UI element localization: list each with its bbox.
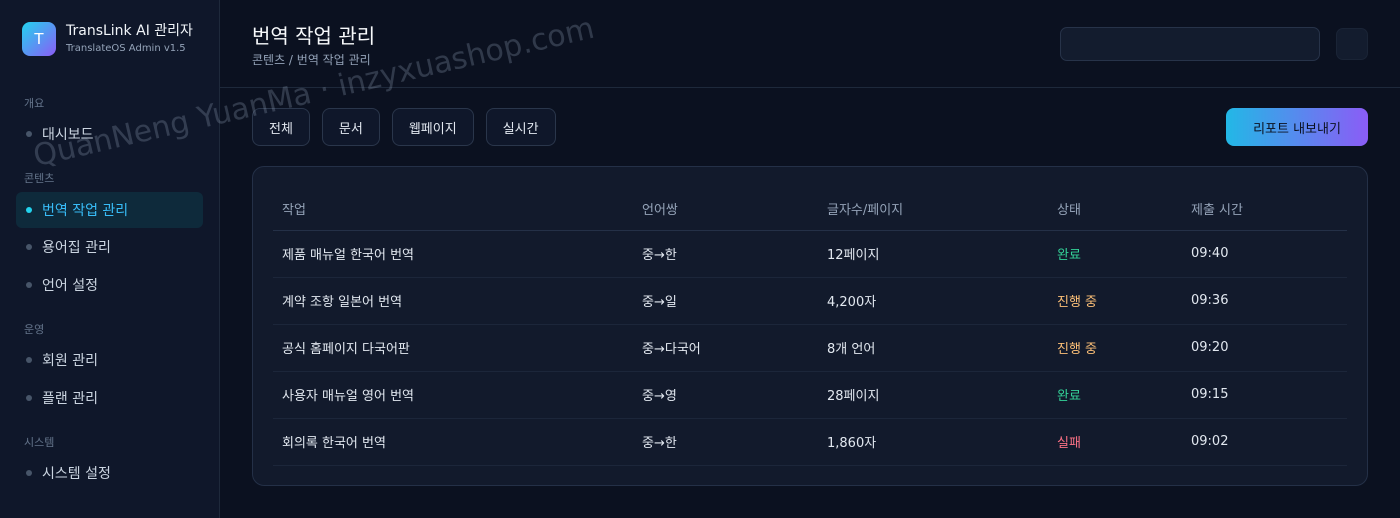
table-row[interactable]: 공식 홈페이지 다국어판 중→다국어 8개 언어 진행 중 09:20 [273,324,1347,372]
table-row[interactable]: 사용자 매뉴얼 영어 번역 중→영 28페이지 완료 09:15 [273,371,1347,419]
column-header-task: 작업 [273,187,633,231]
sidebar-item-members[interactable]: 회원 관리 [16,342,203,378]
cell-size: 4,200자 [818,277,1048,325]
column-header-size: 글자수/페이지 [818,187,1048,231]
sidebar-item-label: 플랜 관리 [42,391,98,407]
sidebar-item-label: 시스템 설정 [42,466,111,482]
jobs-table: 작업 언어쌍 글자수/페이지 상태 제출 시간 제품 매뉴얼 한국어 번역 중→한… [273,187,1347,466]
cell-task: 공식 홈페이지 다국어판 [273,324,633,372]
filter-all[interactable]: 전체 [252,108,310,146]
bullet-icon [26,357,32,363]
cell-task: 제품 매뉴얼 한국어 번역 [273,230,633,278]
brand-logo: T [22,22,56,56]
sidebar-item-glossary[interactable]: 용어집 관리 [16,229,203,265]
cell-status: 진행 중 [1048,277,1182,325]
bullet-icon [26,131,32,137]
filter-webpages[interactable]: 웹페이지 [391,108,474,146]
bullet-icon [26,207,32,213]
cell-status: 진행 중 [1048,324,1182,372]
sidebar-item-label: 번역 작업 관리 [42,203,129,219]
column-header-status: 상태 [1048,187,1182,231]
cell-status: 완료 [1048,230,1182,278]
bullet-icon [26,395,32,401]
breadcrumb: 콘텐츠 / 번역 작업 관리 [252,53,371,67]
cell-submitted-time: 09:20 [1182,324,1347,372]
page-title: 번역 작업 관리 [252,24,376,48]
sidebar-item-label: 용어집 관리 [42,240,111,256]
filter-tabs: 전체 문서 웹페이지 실시간 [252,108,568,146]
bullet-icon [26,470,32,476]
cell-size: 1,860자 [818,418,1048,466]
cell-language-pair: 중→다국어 [633,324,818,372]
table-row[interactable]: 제품 매뉴얼 한국어 번역 중→한 12페이지 완료 09:40 [273,230,1347,278]
export-report-button[interactable]: 리포트 내보내기 [1226,108,1368,146]
cell-size: 12페이지 [818,230,1048,278]
nav-section-operations: 운영 [24,323,45,336]
cell-task: 사용자 매뉴얼 영어 번역 [273,371,633,419]
filter-realtime[interactable]: 실시간 [485,108,556,146]
cell-language-pair: 중→일 [633,277,818,325]
cell-status: 실패 [1048,418,1182,466]
brand-title: TransLink AI 관리자 [66,23,193,39]
table-header-row: 작업 언어쌍 글자수/페이지 상태 제출 시간 [273,187,1347,231]
table-row[interactable]: 회의록 한국어 번역 중→한 1,860자 실패 09:02 [273,418,1347,466]
filter-documents[interactable]: 문서 [321,108,380,146]
cell-language-pair: 중→영 [633,371,818,419]
brand-subtitle: TranslateOS Admin v1.5 [66,43,186,54]
page-header: 번역 작업 관리 콘텐츠 / 번역 작업 관리 [220,0,1400,88]
cell-submitted-time: 09:15 [1182,371,1347,419]
column-header-submitted-time: 제출 시간 [1182,187,1347,231]
nav-section-system: 시스템 [24,436,55,449]
sidebar-item-system-settings[interactable]: 시스템 설정 [16,455,203,491]
table-row[interactable]: 계약 조항 일본어 번역 중→일 4,200자 진행 중 09:36 [273,277,1347,325]
cell-task: 계약 조항 일본어 번역 [273,277,633,325]
sidebar-item-label: 대시보드 [42,127,94,143]
sidebar: T TransLink AI 관리자 TranslateOS Admin v1.… [0,0,220,518]
cell-size: 28페이지 [818,371,1048,419]
nav-section-overview: 개요 [24,97,45,110]
cell-status: 완료 [1048,371,1182,419]
cell-size: 8개 언어 [818,324,1048,372]
notification-icon[interactable] [1336,28,1368,60]
cell-task: 회의록 한국어 번역 [273,418,633,466]
sidebar-item-language-settings[interactable]: 언어 설정 [16,267,203,303]
cell-submitted-time: 09:36 [1182,277,1347,325]
cell-language-pair: 중→한 [633,230,818,278]
nav-section-content: 콘텐츠 [24,172,55,185]
cell-language-pair: 중→한 [633,418,818,466]
sidebar-item-label: 언어 설정 [42,278,98,294]
cell-submitted-time: 09:02 [1182,418,1347,466]
jobs-table-card: 작업 언어쌍 글자수/페이지 상태 제출 시간 제품 매뉴얼 한국어 번역 중→한… [252,166,1368,486]
brand: T TransLink AI 관리자 TranslateOS Admin v1.… [22,22,193,56]
bullet-icon [26,282,32,288]
column-header-language-pair: 언어쌍 [633,187,818,231]
bullet-icon [26,244,32,250]
sidebar-item-label: 회원 관리 [42,353,98,369]
sidebar-item-dashboard[interactable]: 대시보드 [16,116,203,152]
sidebar-item-translation-jobs[interactable]: 번역 작업 관리 [16,192,203,228]
cell-submitted-time: 09:40 [1182,230,1347,278]
sidebar-item-plans[interactable]: 플랜 관리 [16,380,203,416]
search-input[interactable] [1060,27,1320,61]
